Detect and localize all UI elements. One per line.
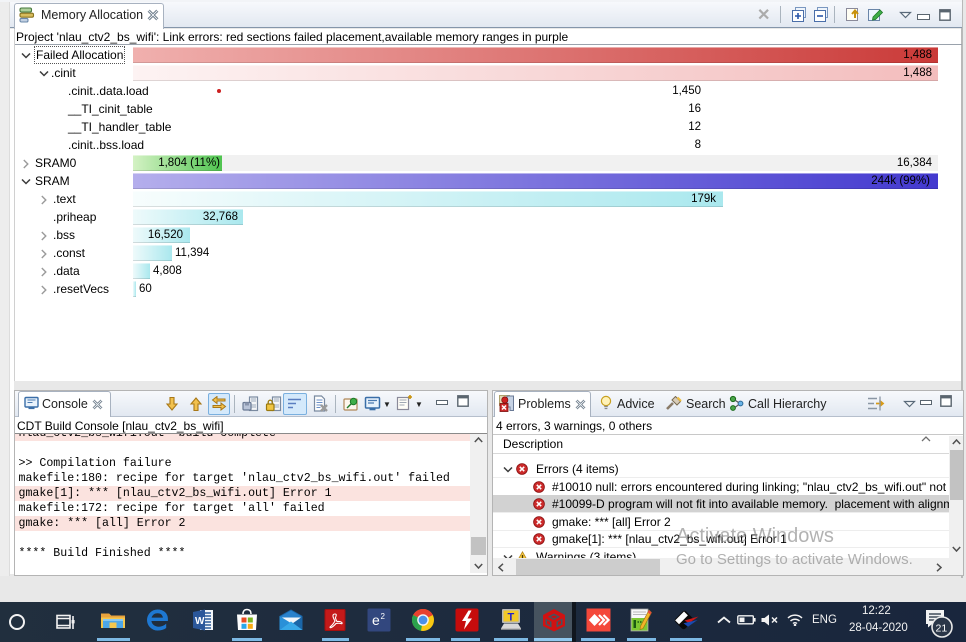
svg-text:2: 2 (381, 612, 386, 621)
svg-text:W: W (195, 616, 205, 627)
svg-text:e: e (372, 612, 380, 628)
svg-text:T: T (508, 612, 515, 624)
svg-text:21: 21 (936, 623, 948, 635)
